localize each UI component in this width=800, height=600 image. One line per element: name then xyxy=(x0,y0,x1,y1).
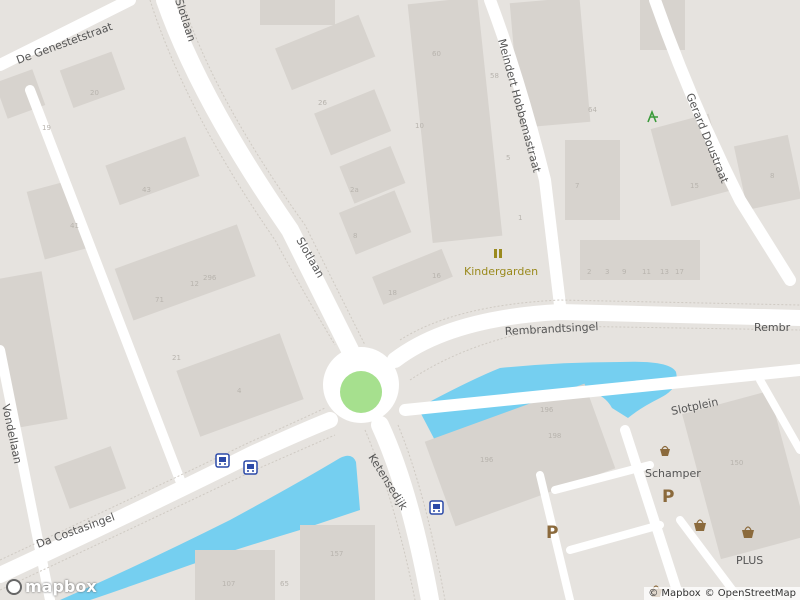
mapbox-logo-text: mapbox xyxy=(25,577,97,596)
svg-text:11: 11 xyxy=(642,268,651,276)
svg-text:18: 18 xyxy=(388,289,397,297)
mapbox-logo[interactable]: mapbox xyxy=(6,577,97,596)
svg-text:64: 64 xyxy=(588,106,597,114)
svg-text:19: 19 xyxy=(42,124,51,132)
svg-text:43: 43 xyxy=(142,186,151,194)
svg-text:21: 21 xyxy=(172,354,181,362)
svg-text:8: 8 xyxy=(353,232,357,240)
bus-stop-icon[interactable] xyxy=(215,453,230,468)
svg-text:26: 26 xyxy=(318,99,327,107)
svg-text:150: 150 xyxy=(730,459,743,467)
street-label-rembrandtsingel-right: Rembr xyxy=(754,321,791,334)
map-svg: 20 19 26 10 2a 43 41 296 71 12 8 21 4 60… xyxy=(0,0,800,600)
attribution: © Mapbox © OpenStreetMap xyxy=(644,587,800,600)
bus-stop-icon[interactable] xyxy=(243,460,258,475)
svg-text:157: 157 xyxy=(330,550,343,558)
svg-text:13: 13 xyxy=(660,268,669,276)
map-canvas[interactable]: 20 19 26 10 2a 43 41 296 71 12 8 21 4 60… xyxy=(0,0,800,600)
attribution-mapbox-link[interactable]: © Mapbox xyxy=(648,588,700,599)
svg-text:9: 9 xyxy=(622,268,626,276)
svg-text:196: 196 xyxy=(540,406,554,414)
svg-text:4: 4 xyxy=(237,387,242,395)
svg-text:1: 1 xyxy=(518,214,522,222)
svg-text:7: 7 xyxy=(575,182,579,190)
svg-text:60: 60 xyxy=(432,50,441,58)
svg-text:17: 17 xyxy=(675,268,684,276)
poi-label-kindergarden[interactable]: Kindergarden xyxy=(464,265,538,278)
parking-icon[interactable]: P xyxy=(546,523,558,543)
svg-text:8: 8 xyxy=(770,172,774,180)
svg-text:71: 71 xyxy=(155,296,164,304)
svg-text:296: 296 xyxy=(203,274,217,282)
svg-text:196: 196 xyxy=(480,456,494,464)
bus-stop-icon[interactable] xyxy=(429,500,444,515)
svg-text:2a: 2a xyxy=(350,186,359,194)
roundabout-park xyxy=(340,371,382,413)
svg-text:5: 5 xyxy=(506,154,510,162)
svg-text:2: 2 xyxy=(587,268,591,276)
svg-text:16: 16 xyxy=(432,272,441,280)
svg-text:15: 15 xyxy=(690,182,699,190)
svg-text:12: 12 xyxy=(190,280,199,288)
svg-text:41: 41 xyxy=(70,222,79,230)
mapbox-logo-icon xyxy=(6,578,22,595)
attribution-osm-link[interactable]: © OpenStreetMap xyxy=(705,588,796,599)
parking-icon[interactable]: P xyxy=(662,487,674,507)
svg-text:10: 10 xyxy=(415,122,424,130)
svg-text:3: 3 xyxy=(605,268,609,276)
svg-text:20: 20 xyxy=(90,89,99,97)
svg-text:107: 107 xyxy=(222,580,235,588)
svg-text:58: 58 xyxy=(490,72,499,80)
poi-label-plus[interactable]: PLUS xyxy=(736,554,763,567)
svg-text:65: 65 xyxy=(280,580,289,588)
poi-label-schamper[interactable]: Schamper xyxy=(645,467,701,480)
svg-text:198: 198 xyxy=(548,432,561,440)
